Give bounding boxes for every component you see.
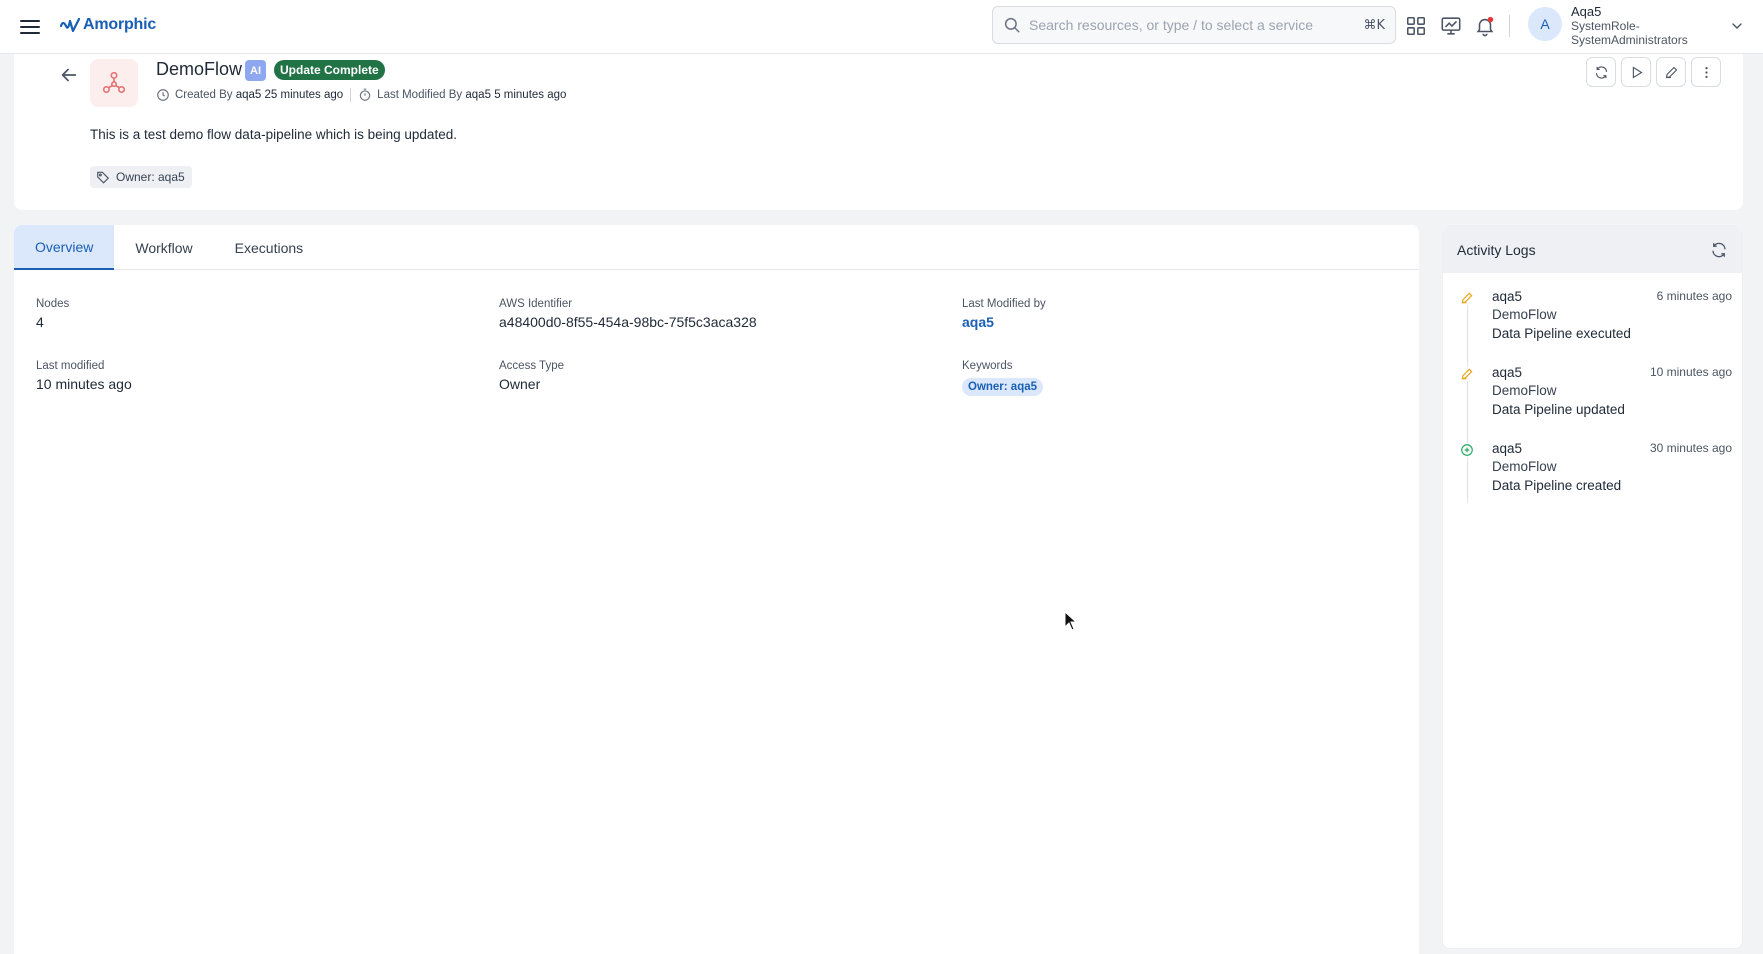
header-actions xyxy=(1586,57,1721,87)
keyword-chip[interactable]: Owner: aqa5 xyxy=(962,378,1044,396)
tab-bar: Overview Workflow Executions xyxy=(14,225,1419,270)
created-ago: 25 minutes ago xyxy=(264,89,344,101)
more-vertical-icon xyxy=(1704,66,1708,78)
logo-mark-icon xyxy=(60,17,80,33)
log-time: 10 minutes ago xyxy=(1649,365,1732,379)
log-action: Data Pipeline executed xyxy=(1492,326,1631,341)
log-user: aqa5 xyxy=(1492,365,1523,380)
nodes-value: 4 xyxy=(36,314,44,330)
clock-icon xyxy=(156,88,170,102)
last-modified-by-link[interactable]: aqa5 xyxy=(962,314,994,330)
apps-grid-icon[interactable] xyxy=(1405,15,1427,37)
keywords-field: Keywords Owner: aqa5 xyxy=(962,360,1044,396)
resource-description: This is a test demo flow data-pipeline w… xyxy=(90,127,457,142)
created-by-user: aqa5 xyxy=(235,89,262,101)
activity-timeline: aqa5 6 minutes ago DemoFlow Data Pipelin… xyxy=(1443,289,1742,517)
amorphic-logo[interactable]: Amorphic xyxy=(60,12,156,38)
flow-network-icon xyxy=(90,59,138,107)
access-type-value: Owner xyxy=(499,376,541,392)
created-by-label: Created By xyxy=(175,89,233,101)
run-button[interactable] xyxy=(1621,57,1651,87)
log-user: aqa5 xyxy=(1492,441,1523,456)
activity-log-item: aqa5 30 minutes ago DemoFlow Data Pipeli… xyxy=(1443,441,1742,517)
activity-logs-panel: Activity Logs aqa5 6 minutes ago DemoFlo… xyxy=(1442,225,1743,949)
refresh-button[interactable] xyxy=(1586,57,1616,87)
tag-icon xyxy=(96,170,110,184)
menu-icon[interactable] xyxy=(18,15,42,39)
modified-by-label: Last Modified By xyxy=(377,89,463,101)
activity-logs-header: Activity Logs xyxy=(1443,226,1742,273)
activity-log-item: aqa5 10 minutes ago DemoFlow Data Pipeli… xyxy=(1443,365,1742,441)
log-action: Data Pipeline created xyxy=(1492,478,1622,493)
user-info[interactable]: Aqa5 SystemRole-SystemAdministrators xyxy=(1571,4,1711,48)
search-shortcut: ⌘K xyxy=(1363,17,1385,33)
log-entity: DemoFlow xyxy=(1492,307,1557,322)
user-role: SystemRole-SystemAdministrators xyxy=(1571,19,1688,47)
log-action: Data Pipeline updated xyxy=(1492,402,1625,417)
refresh-icon xyxy=(1595,65,1607,79)
search-input[interactable] xyxy=(1029,17,1364,33)
aws-identifier-value: a48400d0-8f55-454a-98bc-75f5c3aca328 xyxy=(499,314,757,330)
timer-icon xyxy=(358,88,372,102)
plus-circle-icon xyxy=(1460,443,1474,457)
ai-badge: AI xyxy=(245,60,266,81)
user-avatar[interactable]: A xyxy=(1528,7,1562,41)
top-navigation-bar: Amorphic ⌘K A Aqa5 SystemRole-SystemAdmi… xyxy=(0,0,1763,54)
modified-by-user: aqa5 xyxy=(465,89,491,101)
log-entity: DemoFlow xyxy=(1492,383,1557,398)
log-user: aqa5 xyxy=(1492,289,1523,304)
tab-workflow[interactable]: Workflow xyxy=(114,225,213,270)
log-time: 30 minutes ago xyxy=(1649,441,1732,455)
global-search[interactable]: ⌘K xyxy=(992,6,1396,44)
nodes-field: Nodes 4 xyxy=(36,298,69,330)
pencil-icon xyxy=(1460,367,1474,381)
pencil-icon xyxy=(1665,66,1677,78)
last-modified-by-label: Last Modified by xyxy=(962,298,1046,310)
resource-metadata: Created By aqa5 25 minutes ago Last Modi… xyxy=(156,88,566,102)
status-badge: Update Complete xyxy=(274,60,385,80)
access-type-field: Access Type Owner xyxy=(499,360,564,392)
page-title: DemoFlow xyxy=(156,59,243,79)
chevron-down-icon[interactable] xyxy=(1729,18,1745,34)
log-time: 6 minutes ago xyxy=(1656,289,1732,303)
play-icon xyxy=(1632,65,1643,79)
brand-name: Amorphic xyxy=(83,16,157,33)
log-entity: DemoFlow xyxy=(1492,459,1557,474)
last-modified-field: Last modified 10 minutes ago xyxy=(36,360,132,392)
edit-button[interactable] xyxy=(1656,57,1686,87)
mouse-cursor-icon xyxy=(1064,611,1078,631)
topbar-divider xyxy=(1509,15,1510,37)
last-modified-value: 10 minutes ago xyxy=(36,376,132,392)
meta-divider xyxy=(350,88,352,102)
tab-overview[interactable]: Overview xyxy=(14,225,115,270)
tab-executions[interactable]: Executions xyxy=(214,225,324,270)
modified-ago: 5 minutes ago xyxy=(494,89,567,101)
last-modified-label: Last modified xyxy=(36,360,105,372)
owner-tag-label: Owner: aqa5 xyxy=(116,170,185,184)
user-name: Aqa5 xyxy=(1571,4,1602,19)
resource-header-card: DemoFlow AI Update Complete Created By a… xyxy=(14,54,1743,210)
back-arrow-icon[interactable] xyxy=(58,64,80,86)
owner-tag: Owner: aqa5 xyxy=(90,166,192,188)
access-type-label: Access Type xyxy=(499,360,564,372)
refresh-icon[interactable] xyxy=(1710,241,1728,259)
aws-identifier-label: AWS Identifier xyxy=(499,298,573,310)
activity-logs-title: Activity Logs xyxy=(1457,241,1536,258)
overview-panel: Overview Workflow Executions Nodes 4 AWS… xyxy=(14,225,1419,954)
monitor-chart-icon[interactable] xyxy=(1440,15,1462,37)
search-icon xyxy=(1003,16,1021,34)
keywords-label: Keywords xyxy=(962,360,1013,372)
last-modified-by-field: Last Modified by aqa5 xyxy=(962,298,1046,332)
nodes-label: Nodes xyxy=(36,298,70,310)
aws-identifier-field: AWS Identifier a48400d0-8f55-454a-98bc-7… xyxy=(499,298,757,330)
pencil-icon xyxy=(1460,291,1474,305)
notification-bell-icon[interactable] xyxy=(1474,15,1496,37)
activity-log-item: aqa5 6 minutes ago DemoFlow Data Pipelin… xyxy=(1443,289,1742,365)
more-options-button[interactable] xyxy=(1691,57,1721,87)
